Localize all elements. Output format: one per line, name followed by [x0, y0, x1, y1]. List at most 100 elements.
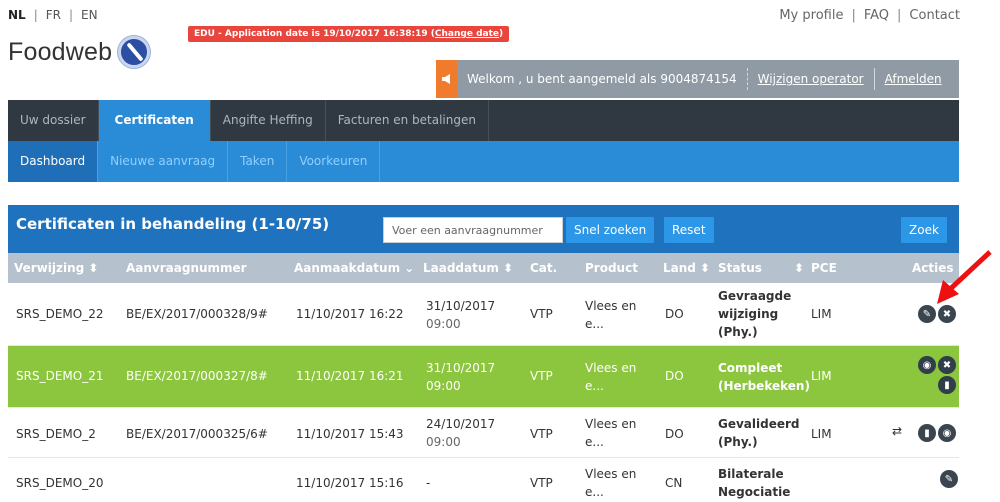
subtab-nieuwe-aanvraag[interactable]: Nieuwe aanvraag: [98, 141, 229, 182]
cell-status-line1: Gevalideerd: [718, 417, 800, 431]
cell-aanvraagnummer: BE/EX/2017/000325/6#: [126, 427, 268, 441]
edit-icon[interactable]: ✎: [940, 470, 958, 488]
close-icon[interactable]: ✖: [938, 356, 956, 374]
change-operator-link[interactable]: Wijzigen operator: [748, 68, 875, 90]
edu-date-banner: EDU - Application date is 19/10/2017 16:…: [188, 26, 510, 42]
foodweb-logo-icon: [118, 36, 150, 68]
cell-laaddatum-time: 09:00: [426, 379, 461, 393]
document-icon[interactable]: ▮: [938, 376, 956, 394]
swap-icon[interactable]: ⇄: [892, 424, 902, 438]
col-status: Status: [718, 261, 762, 275]
col-status-sort[interactable]: ⬍: [794, 261, 804, 275]
panel-title: Certificaten in behandeling (1-10/75): [16, 215, 330, 233]
col-laaddatum[interactable]: Laaddatum ⬍: [423, 261, 513, 275]
lang-en[interactable]: EN: [81, 8, 98, 22]
cell-pce: LIM: [811, 307, 832, 321]
cell-product-line2: e...: [585, 435, 604, 449]
subtab-taken[interactable]: Taken: [228, 141, 288, 182]
separator: |: [69, 8, 74, 22]
row-actions: ◉ ✖: [918, 356, 956, 374]
cell-land: CN: [665, 476, 683, 490]
cell-verwijzing: SRS_DEMO_2: [16, 427, 96, 441]
cell-aanvraagnummer: BE/EX/2017/000328/9#: [126, 307, 268, 321]
cell-status-line1: Gevraagde: [718, 289, 792, 303]
lang-fr[interactable]: FR: [46, 8, 61, 22]
search-button[interactable]: Zoek: [901, 217, 947, 243]
separator: |: [897, 8, 902, 23]
row-actions: ✎: [940, 470, 958, 488]
my-profile-link[interactable]: My profile: [779, 8, 843, 23]
foodweb-logo-text: Foodweb: [8, 38, 113, 66]
main-nav: Uw dossier Certificaten Angifte Heffing …: [8, 100, 959, 141]
language-switcher: NL | FR | EN: [8, 8, 98, 22]
megaphone-icon: [436, 60, 457, 98]
tab-certificaten[interactable]: Certificaten: [98, 100, 211, 141]
col-pce: PCE: [811, 261, 837, 275]
change-date-link[interactable]: Change date: [435, 29, 499, 39]
cell-laaddatum-date: 24/10/2017: [426, 417, 496, 431]
cell-laaddatum: -: [426, 476, 431, 490]
cell-verwijzing: SRS_DEMO_20: [16, 476, 104, 490]
annotation-arrow: [937, 250, 992, 304]
cell-status-line2: wijziging: [718, 307, 779, 321]
cell-cat: VTP: [530, 476, 553, 490]
table-row[interactable]: SRS_DEMO_2 BE/EX/2017/000325/6# 11/10/20…: [8, 408, 959, 458]
table-row[interactable]: SRS_DEMO_22 BE/EX/2017/000328/9# 11/10/2…: [8, 283, 959, 346]
col-verwijzing[interactable]: Verwijzing ⬍: [14, 261, 98, 275]
tab-angifte-heffing[interactable]: Angifte Heffing: [211, 100, 326, 141]
cell-cat: VTP: [530, 307, 553, 321]
cell-land: DO: [665, 427, 684, 441]
cell-cat: VTP: [530, 427, 553, 441]
contact-link[interactable]: Contact: [909, 8, 960, 23]
cell-laaddatum-time: 09:00: [426, 317, 461, 331]
document-icon[interactable]: ▮: [918, 424, 936, 442]
cell-verwijzing: SRS_DEMO_22: [16, 307, 104, 321]
separator: |: [33, 8, 38, 22]
cell-product-line1: Vlees en: [585, 467, 637, 481]
tab-uw-dossier[interactable]: Uw dossier: [8, 100, 99, 141]
cell-cat: VTP: [530, 369, 553, 383]
eye-icon[interactable]: ◉: [918, 356, 936, 374]
cell-laaddatum-time: 09:00: [426, 435, 461, 449]
tab-facturen[interactable]: Facturen en betalingen: [326, 100, 489, 141]
cell-product-line1: Vlees en: [585, 299, 637, 313]
cell-pce: LIM: [811, 427, 832, 441]
faq-link[interactable]: FAQ: [864, 8, 889, 23]
subtab-dashboard[interactable]: Dashboard: [8, 141, 99, 182]
table-row[interactable]: SRS_DEMO_20 11/10/2017 15:16 - VTP Vlees…: [8, 458, 959, 502]
subtab-voorkeuren[interactable]: Voorkeuren: [287, 141, 381, 182]
col-land[interactable]: Land ⬍: [663, 261, 710, 275]
cell-aanmaakdatum: 11/10/2017 15:16: [296, 476, 404, 490]
cell-laaddatum-date: 31/10/2017: [426, 299, 496, 313]
separator: |: [851, 8, 856, 23]
reset-button[interactable]: Reset: [664, 217, 714, 243]
top-links: My profile | FAQ | Contact: [779, 8, 960, 23]
table-row[interactable]: SRS_DEMO_21 BE/EX/2017/000327/8# 11/10/2…: [8, 346, 959, 408]
col-aanmaakdatum[interactable]: Aanmaakdatum ⌄: [294, 261, 414, 275]
cell-product-line1: Vlees en: [585, 417, 637, 431]
cell-aanmaakdatum: 11/10/2017 16:21: [296, 369, 404, 383]
table-header: Verwijzing ⬍ Aanvraagnummer Aanmaakdatum…: [8, 253, 959, 283]
row-actions: ▮ ◉: [918, 424, 956, 442]
cell-aanvraagnummer: BE/EX/2017/000327/8#: [126, 369, 268, 383]
cell-land: DO: [665, 307, 684, 321]
lang-nl[interactable]: NL: [8, 8, 26, 22]
cell-status-line1: Compleet: [718, 361, 783, 375]
cell-status-line2: (Herbekeken): [718, 379, 810, 393]
cell-status-line1: Bilaterale: [718, 467, 784, 481]
cell-status-line3: (Phy.): [718, 325, 758, 339]
edu-banner-close: ): [499, 29, 504, 39]
logout-link[interactable]: Afmelden: [875, 68, 952, 90]
col-product: Product: [585, 261, 638, 275]
cell-product-line2: e...: [585, 379, 604, 393]
sub-nav: Dashboard Nieuwe aanvraag Taken Voorkeur…: [8, 141, 959, 182]
eye-icon[interactable]: ◉: [938, 424, 956, 442]
cell-pce: LIM: [811, 369, 832, 383]
cell-verwijzing: SRS_DEMO_21: [16, 369, 104, 383]
search-input[interactable]: [383, 217, 563, 243]
welcome-text: Welkom , u bent aangemeld als 9004874154: [457, 68, 748, 90]
cell-product-line1: Vlees en: [585, 361, 637, 375]
quick-search-button[interactable]: Snel zoeken: [566, 217, 655, 243]
edit-icon[interactable]: ✎: [918, 305, 936, 323]
cell-product-line2: e...: [585, 485, 604, 499]
